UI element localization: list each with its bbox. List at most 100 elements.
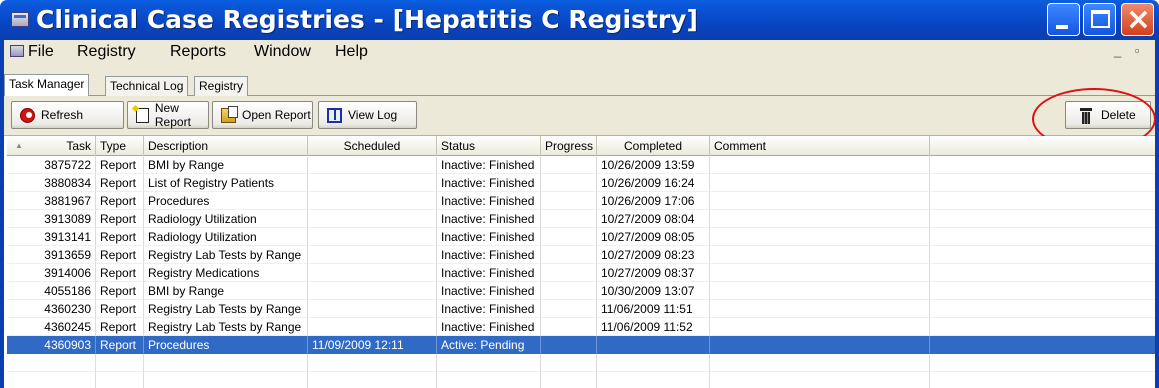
column-header-description[interactable]: Description	[144, 136, 308, 156]
mdi-child-icon[interactable]	[10, 45, 24, 57]
cell-description	[144, 354, 308, 372]
cell-progress	[541, 174, 597, 192]
view-log-button[interactable]: View Log	[318, 101, 417, 129]
tab-technical-log[interactable]: Technical Log	[105, 76, 189, 96]
cell-completed	[597, 354, 710, 372]
cell-progress	[541, 246, 597, 264]
cell-progress	[541, 156, 597, 174]
new-report-button[interactable]: New Report	[127, 101, 209, 129]
maximize-button[interactable]	[1083, 3, 1116, 36]
table-row[interactable]: 4360245 Report Registry Lab Tests by Range…	[7, 318, 1155, 336]
maximize-icon	[1091, 10, 1110, 28]
cell-status: Inactive: Finished	[437, 156, 541, 174]
cell-filler	[930, 156, 1155, 174]
cell-completed	[597, 336, 710, 354]
column-header-progress[interactable]: Progress	[541, 136, 597, 156]
cell-completed: 10/30/2009 13:07	[597, 282, 710, 300]
cell-completed	[597, 372, 710, 388]
cell-comment	[710, 156, 930, 174]
cell-comment	[710, 192, 930, 210]
cell-scheduled	[308, 282, 437, 300]
cell-status: Inactive: Finished	[437, 174, 541, 192]
cell-comment	[710, 174, 930, 192]
close-button[interactable]: ×	[1121, 3, 1154, 36]
table-row[interactable]: 3914006 Report Registry Medications Inactiv…	[7, 264, 1155, 282]
close-icon: ×	[1125, 2, 1152, 37]
menu-file[interactable]: File	[28, 43, 54, 61]
menu-window[interactable]: Window	[254, 43, 311, 61]
cell-progress	[541, 300, 597, 318]
table-row-empty	[7, 372, 1155, 388]
cell-scheduled	[308, 372, 437, 388]
table-row[interactable]: 4360230 Report Registry Lab Tests by Range…	[7, 300, 1155, 318]
column-header-comment[interactable]: Comment	[710, 136, 930, 156]
cell-type: Report	[96, 282, 144, 300]
app-icon[interactable]	[11, 12, 29, 27]
cell-task: 3875722	[7, 156, 96, 174]
cell-completed: 11/06/2009 11:52	[597, 318, 710, 336]
cell-status: Inactive: Finished	[437, 300, 541, 318]
open-report-button[interactable]: Open Report	[212, 101, 313, 129]
cell-task: 3880834	[7, 174, 96, 192]
table-row[interactable]: 3880834 Report List of Registry Patients In…	[7, 174, 1155, 192]
title-bar: Clinical Case Registries - [Hepatitis C …	[0, 0, 1159, 40]
cell-task: 4360245	[7, 318, 96, 336]
cell-completed: 11/06/2009 11:51	[597, 300, 710, 318]
cell-comment	[710, 336, 930, 354]
tab-registry[interactable]: Registry	[194, 76, 249, 96]
column-header-task[interactable]: ▲ Task	[7, 136, 96, 156]
cell-task: 4360903	[7, 336, 96, 354]
minimize-button[interactable]	[1047, 3, 1080, 36]
column-header-completed[interactable]: Completed	[597, 136, 710, 156]
table-row[interactable]: 3875722 Report BMI by Range Inactive: Finis…	[7, 156, 1155, 174]
cell-type: Report	[96, 336, 144, 354]
cell-completed: 10/27/2009 08:37	[597, 264, 710, 282]
cell-task	[7, 372, 96, 388]
cell-description: Procedures	[144, 336, 308, 354]
cell-type: Report	[96, 264, 144, 282]
refresh-button[interactable]: Refresh	[11, 101, 124, 129]
cell-description: BMI by Range	[144, 282, 308, 300]
cell-scheduled	[308, 156, 437, 174]
new-document-icon	[136, 107, 149, 123]
cell-progress	[541, 282, 597, 300]
grid-body: 3875722 Report BMI by Range Inactive: Finis…	[7, 156, 1155, 388]
cell-completed: 10/27/2009 08:23	[597, 246, 710, 264]
column-header-scheduled[interactable]: Scheduled	[308, 136, 437, 156]
cell-type: Report	[96, 300, 144, 318]
cell-filler	[930, 354, 1155, 372]
table-row[interactable]: 3913659 Report Registry Lab Tests by Range…	[7, 246, 1155, 264]
cell-filler	[930, 372, 1155, 388]
cell-filler	[930, 318, 1155, 336]
cell-filler	[930, 336, 1155, 354]
cell-status: Inactive: Finished	[437, 192, 541, 210]
cell-task	[7, 354, 96, 372]
cell-scheduled	[308, 354, 437, 372]
cell-filler	[930, 264, 1155, 282]
cell-description: Procedures	[144, 192, 308, 210]
column-header-status[interactable]: Status	[437, 136, 541, 156]
table-row[interactable]: 3913141 Report Radiology Utilization Inacti…	[7, 228, 1155, 246]
cell-completed: 10/26/2009 13:59	[597, 156, 710, 174]
column-header-filler	[930, 136, 1155, 156]
tab-task-manager[interactable]: Task Manager	[4, 74, 90, 96]
table-row[interactable]: 4055186 Report BMI by Range Inactive: Finis…	[7, 282, 1155, 300]
cell-scheduled	[308, 174, 437, 192]
menu-reports[interactable]: Reports	[170, 43, 226, 61]
cell-type: Report	[96, 228, 144, 246]
open-report-label: Open Report	[242, 108, 311, 122]
cell-task: 4360230	[7, 300, 96, 318]
cell-completed: 10/27/2009 08:05	[597, 228, 710, 246]
cell-comment	[710, 264, 930, 282]
cell-status: Inactive: Finished	[437, 210, 541, 228]
window-title: Clinical Case Registries - [Hepatitis C …	[36, 5, 698, 34]
table-row[interactable]: 4360903 Report Procedures 11/09/2009 12:11 A…	[7, 336, 1155, 354]
menu-help[interactable]: Help	[335, 43, 368, 61]
cell-filler	[930, 174, 1155, 192]
table-row[interactable]: 3913089 Report Radiology Utilization Inacti…	[7, 210, 1155, 228]
table-row[interactable]: 3881967 Report Procedures Inactive: Finishe…	[7, 192, 1155, 210]
menu-registry[interactable]: Registry	[77, 43, 136, 61]
cell-type: Report	[96, 246, 144, 264]
cell-progress	[541, 228, 597, 246]
column-header-type[interactable]: Type	[96, 136, 144, 156]
